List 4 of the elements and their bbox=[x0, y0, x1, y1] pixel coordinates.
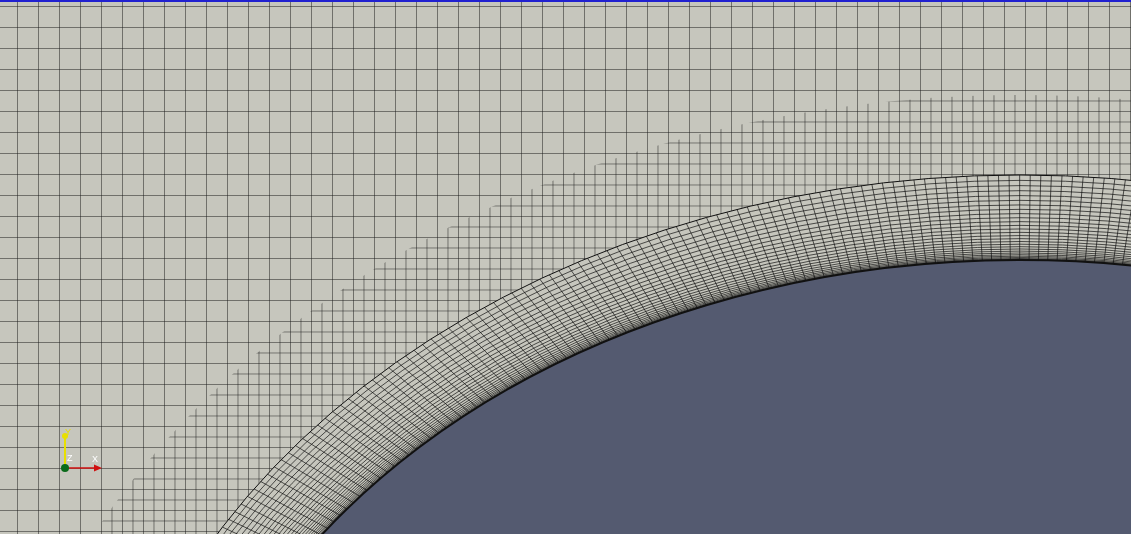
axis-label: Y bbox=[65, 428, 71, 437]
axis-label: Z bbox=[67, 454, 73, 463]
axis-label: X bbox=[92, 455, 98, 464]
axes-triad-icon bbox=[61, 433, 102, 472]
